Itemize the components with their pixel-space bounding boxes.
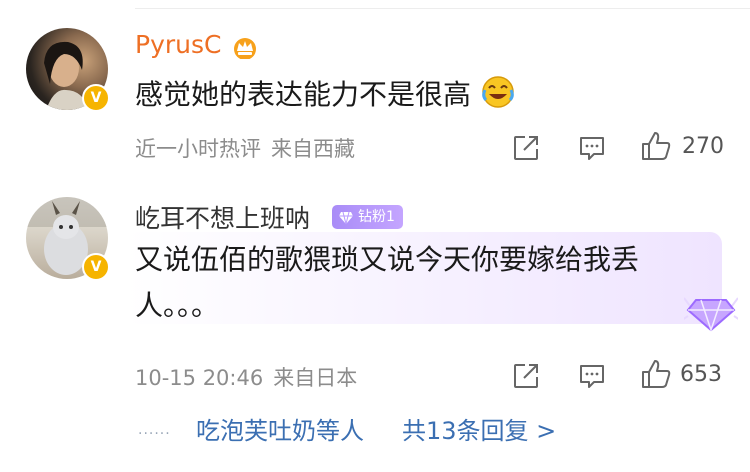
reply-users-link[interactable]: 吃泡芙吐奶等人 — [196, 411, 364, 446]
comment-source: 来自西藏 — [271, 137, 355, 161]
like-icon[interactable] — [640, 358, 672, 390]
crown-icon — [234, 38, 256, 59]
comment-time: 10-15 20:46 — [135, 366, 264, 390]
username[interactable]: 屹耳不想上班呐 — [135, 199, 310, 235]
verified-badge-icon: V — [82, 253, 110, 281]
like-count: 653 — [680, 362, 722, 387]
comment-icon[interactable] — [578, 362, 606, 390]
comment-icon[interactable] — [578, 134, 606, 162]
like-icon[interactable] — [640, 130, 672, 162]
verified-badge-icon: V — [82, 84, 110, 112]
comment-text[interactable]: 又说伍佰的歌猥琐又说今天你要嫁给我丢 人。。。 — [135, 237, 705, 329]
comment-meta: 近一小时热评 来自西藏 — [135, 133, 355, 163]
top-divider — [135, 8, 750, 9]
laugh-cry-emoji-icon — [482, 76, 514, 108]
gem-icon — [339, 211, 353, 225]
share-icon[interactable] — [512, 134, 540, 162]
view-replies-link[interactable]: 共13条回复 > — [402, 411, 556, 446]
avatar[interactable]: V — [26, 28, 110, 112]
username[interactable]: PyrusC — [135, 30, 221, 59]
comment-text[interactable]: 感觉她的表达能力不是很高 — [135, 72, 516, 118]
share-icon[interactable] — [512, 362, 540, 390]
avatar[interactable]: V — [26, 197, 110, 281]
fan-badge[interactable]: 钻粉1 — [332, 205, 403, 229]
comment-text-line: 人。。。 — [135, 289, 220, 322]
reply-connector: ······ — [138, 426, 171, 442]
comment-source: 来自日本 — [273, 366, 358, 390]
comment-text-line: 又说伍佰的歌猥琐又说今天你要嫁给我丢 — [135, 243, 640, 276]
like-count: 270 — [682, 134, 724, 159]
comment-time: 近一小时热评 — [135, 137, 261, 161]
gem-icon — [684, 297, 738, 332]
comment-meta: 10-15 20:46 来自日本 — [135, 362, 357, 392]
